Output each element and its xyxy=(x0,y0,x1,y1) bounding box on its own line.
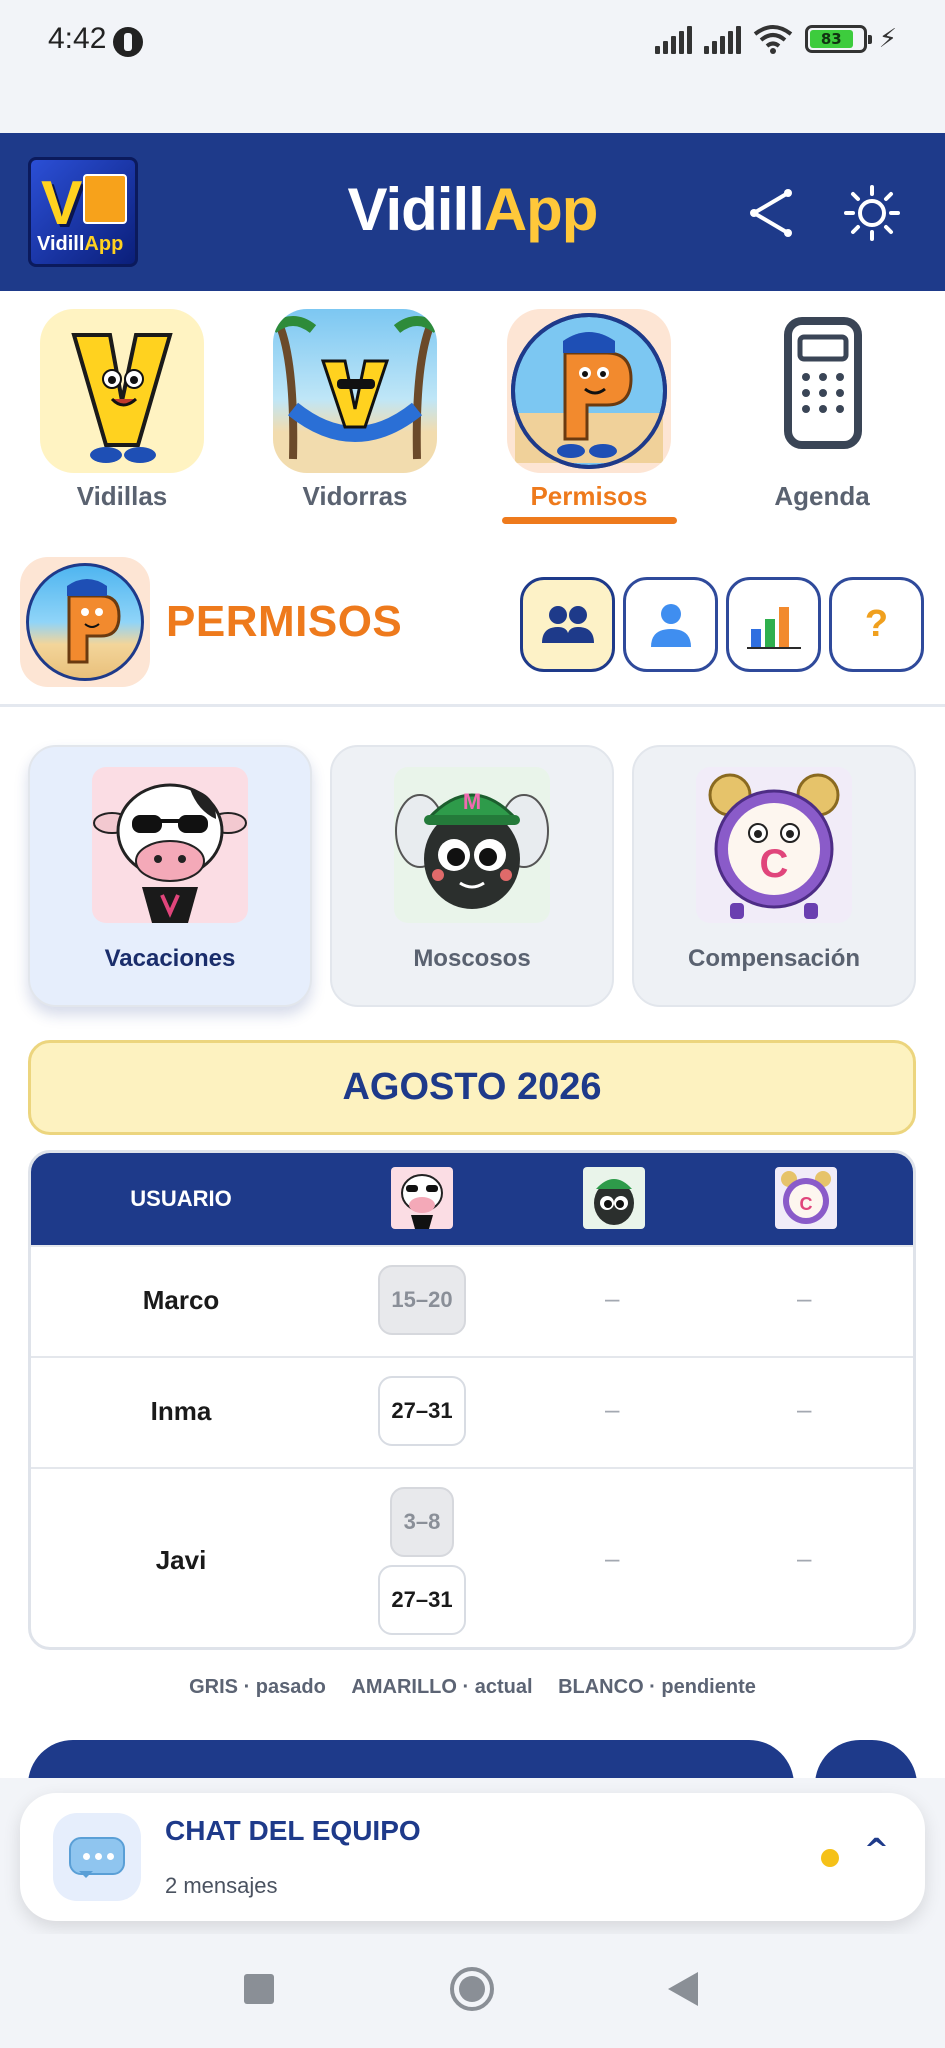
app-header: V VidillApp VidillApp xyxy=(0,133,945,291)
tab-label: Vidillas xyxy=(76,481,168,511)
legend-pending: BLANCO · pendiente xyxy=(558,1676,756,1698)
empty-cell: – xyxy=(797,1394,812,1424)
permissions-table: USUARIO C Marco 15–20 – – Inma 27–31 – –… xyxy=(28,1150,916,1650)
empty-cell: – xyxy=(605,1283,620,1313)
chat-title: CHAT DEL EQUIPO xyxy=(165,1815,421,1846)
user-name: Marco xyxy=(142,1285,220,1315)
moscosos-column-icon xyxy=(583,1167,645,1229)
tab-vidorras[interactable]: Vidorras xyxy=(255,309,455,512)
stats-button[interactable] xyxy=(726,577,821,672)
tab-label: Agenda xyxy=(774,481,870,511)
chart-icon xyxy=(746,606,801,649)
back-icon[interactable] xyxy=(668,1972,698,2006)
user-name: Javi xyxy=(155,1545,207,1575)
category-label: Moscosos xyxy=(413,945,531,972)
category-compensacion[interactable]: C Compensación xyxy=(632,745,916,1007)
category-label: Vacaciones xyxy=(104,945,236,972)
date-chip[interactable]: 27–31 xyxy=(378,1376,466,1446)
category-label: Compensación xyxy=(687,945,861,972)
tab-permisos[interactable]: Permisos xyxy=(489,309,689,512)
signal-icon xyxy=(654,24,692,54)
compensacion-column-icon: C xyxy=(775,1167,837,1229)
active-tab-indicator xyxy=(502,517,677,524)
section-header: PERMISOS ? xyxy=(0,555,945,707)
tab-label: Vidorras xyxy=(302,481,408,511)
group-icon xyxy=(541,605,594,643)
main-nav: Vidillas Vidorras Permisos Agenda xyxy=(0,291,945,531)
personal-view-button[interactable] xyxy=(623,577,718,672)
expand-chevron-icon[interactable]: ^ xyxy=(864,1833,889,1868)
share-icon[interactable] xyxy=(742,183,802,243)
permisos-avatar xyxy=(20,557,150,687)
status-time: 4:42 xyxy=(48,22,107,55)
battery-icon: 83 xyxy=(804,25,872,53)
legend-current: AMARILLO · actual xyxy=(351,1676,533,1698)
category-vacaciones[interactable]: Vacaciones xyxy=(28,745,312,1007)
date-chip[interactable]: 3–8 xyxy=(390,1487,454,1557)
help-button[interactable]: ? xyxy=(829,577,924,672)
svg-text:C: C xyxy=(800,1194,813,1214)
vacaciones-column-icon xyxy=(391,1167,453,1229)
category-selector: Vacaciones M Moscosos C Compensación xyxy=(28,745,918,1007)
user-icon xyxy=(650,603,691,647)
legend-past: GRIS · pasado xyxy=(189,1676,326,1698)
system-nav-bar xyxy=(0,1934,945,2048)
tab-vidillas[interactable]: Vidillas xyxy=(22,309,222,512)
clock-mascot-icon: C xyxy=(696,767,852,923)
vidillas-mascot-icon xyxy=(40,309,204,473)
cow-mascot-icon xyxy=(92,767,248,923)
signal-icon-2 xyxy=(703,24,741,54)
brightness-icon[interactable] xyxy=(842,183,902,243)
empty-cell: – xyxy=(797,1543,812,1573)
app-screen: 4:42 83 ⚡ V VidillApp VidillApp Vidillas… xyxy=(0,0,945,2048)
notification-icon xyxy=(113,27,143,57)
svg-text:M: M xyxy=(463,789,481,814)
empty-cell: – xyxy=(605,1394,620,1424)
user-name: Inma xyxy=(150,1396,212,1426)
section-title: PERMISOS xyxy=(166,597,403,646)
permisos-mascot-icon xyxy=(507,309,671,473)
table-row: Inma 27–31 – – xyxy=(31,1356,913,1467)
battery-level: 83 xyxy=(809,30,853,48)
vidorras-mascot-icon xyxy=(273,309,437,473)
team-chat-bar[interactable]: CHAT DEL EQUIPO 2 mensajes ^ xyxy=(20,1793,925,1921)
date-chip[interactable]: 27–31 xyxy=(378,1565,466,1635)
chat-message-count: 2 mensajes xyxy=(165,1873,278,1898)
wifi-icon xyxy=(753,24,793,54)
column-header-user: USUARIO xyxy=(130,1186,232,1211)
team-view-button[interactable] xyxy=(520,577,615,672)
table-header: USUARIO C xyxy=(31,1153,913,1245)
date-chip[interactable]: 15–20 xyxy=(378,1265,466,1335)
help-icon: ? xyxy=(864,603,889,645)
fly-mascot-icon: M xyxy=(394,767,550,923)
recents-icon[interactable] xyxy=(244,1974,274,2004)
empty-cell: – xyxy=(797,1283,812,1313)
category-moscosos[interactable]: M Moscosos xyxy=(330,745,614,1007)
table-row: Javi 3–8 27–31 – – xyxy=(31,1467,913,1647)
svg-text:C: C xyxy=(760,842,789,886)
chat-bubble-icon xyxy=(53,1813,141,1901)
empty-cell: – xyxy=(605,1543,620,1573)
status-bar: 4:42 83 ⚡ xyxy=(0,0,945,133)
app-title: VidillApp xyxy=(347,176,599,243)
charging-icon: ⚡ xyxy=(878,24,897,54)
table-row: Marco 15–20 – – xyxy=(31,1245,913,1356)
unread-indicator xyxy=(821,1849,839,1867)
tab-agenda[interactable]: Agenda xyxy=(722,309,922,512)
table-legend: GRIS · pasado AMARILLO · actual BLANCO ·… xyxy=(0,1676,945,1699)
home-icon[interactable] xyxy=(450,1967,494,2011)
month-selector[interactable]: AGOSTO 2026 xyxy=(28,1040,916,1135)
phone-icon xyxy=(740,309,904,473)
tab-label: Permisos xyxy=(530,481,648,511)
